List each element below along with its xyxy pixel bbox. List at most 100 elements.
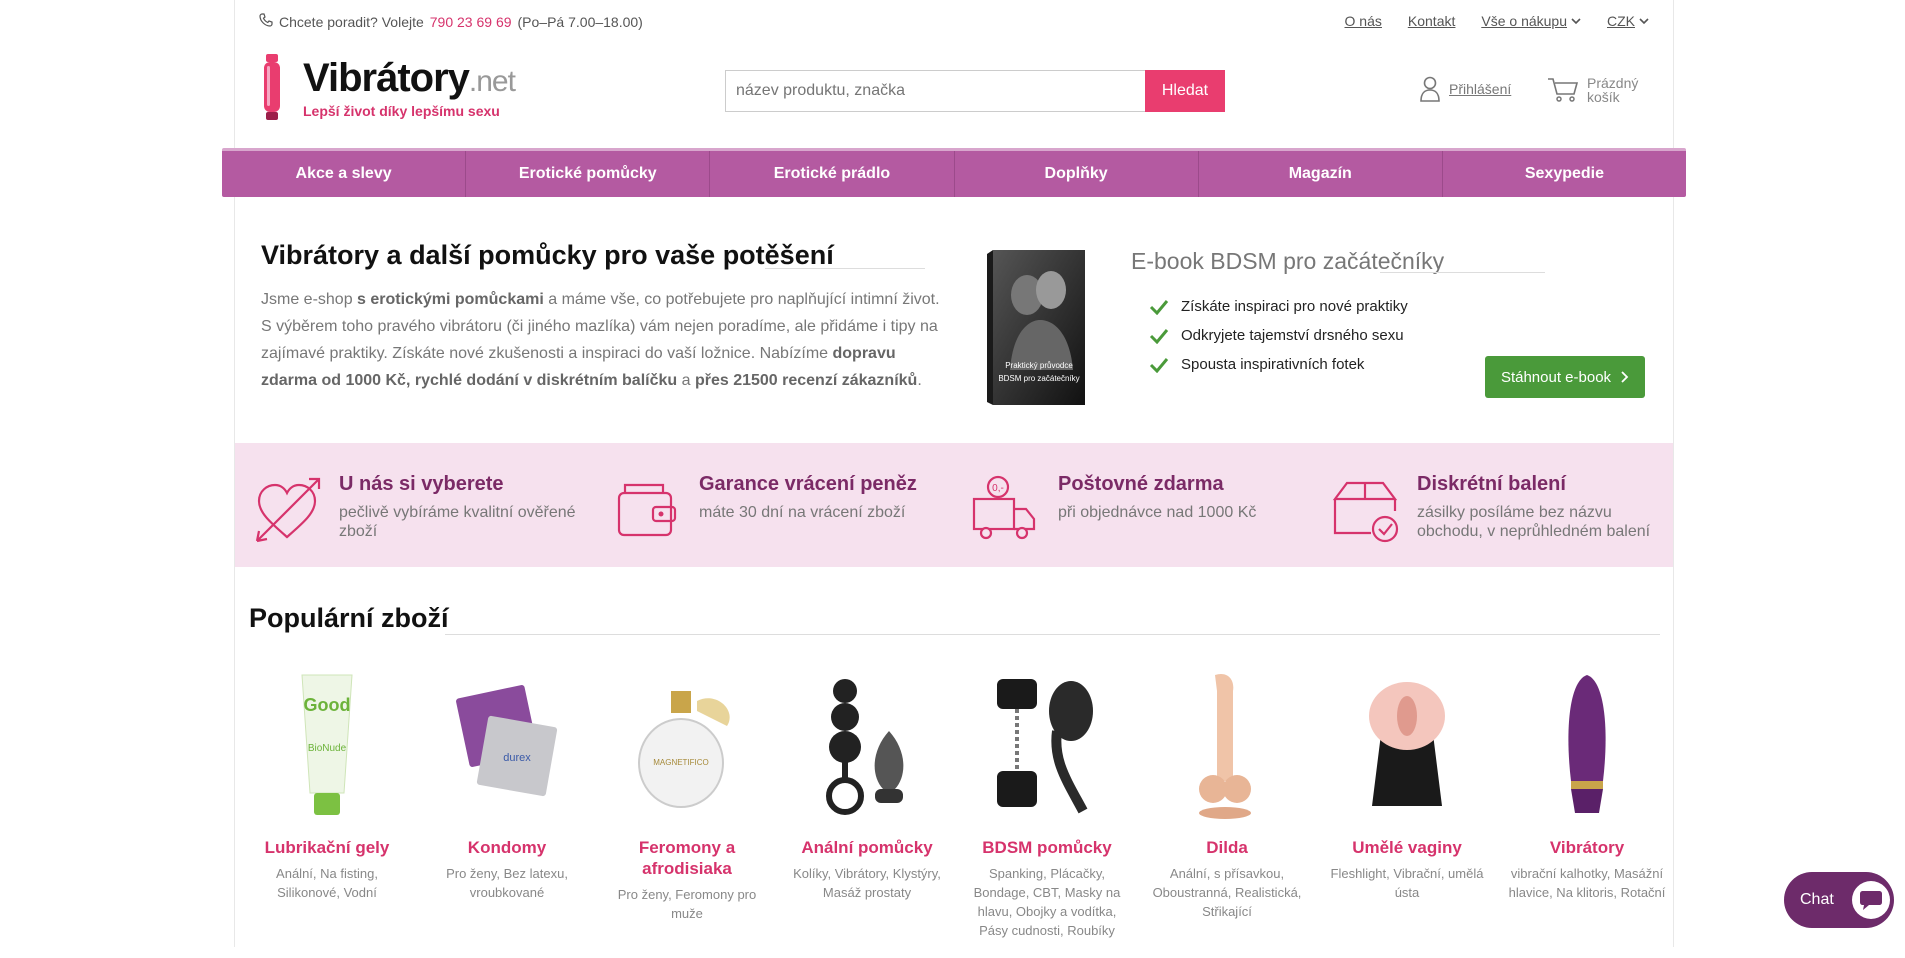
product-image-anal-toys[interactable] <box>787 668 947 823</box>
product-category-anal[interactable]: Anální pomůcky Kolíky, Vibrátory, Klystý… <box>787 668 947 902</box>
top-bar: Chcete poradit? Volejte 790 23 69 69 (Po… <box>235 0 1673 42</box>
feature-discreet-packaging: Diskrétní balení zásilky posíláme bez ná… <box>1313 463 1663 553</box>
chat-label: Chat <box>1800 891 1834 908</box>
main-navigation: Akce a slevy Erotické pomůcky Erotické p… <box>222 148 1686 197</box>
product-image-condoms[interactable]: durex <box>427 668 587 823</box>
feature-selection: U nás si vyberete pečlivě vybíráme kvali… <box>235 463 585 553</box>
link-about[interactable]: O nás <box>1345 13 1382 29</box>
features-strip: U nás si vyberete pečlivě vybíráme kvali… <box>235 443 1673 567</box>
product-image-bdsm[interactable] <box>967 668 1127 823</box>
package-check-icon <box>1332 481 1399 543</box>
chat-bubble-icon <box>1851 881 1890 919</box>
ebook-benefits-list: Získáte inspiraci pro nové praktiky Odkr… <box>1149 292 1408 379</box>
login-label: Přihlášení <box>1449 81 1512 97</box>
product-image-lubricant[interactable]: Good BioNude <box>247 668 407 823</box>
phone-prefix: Chcete poradit? Volejte <box>279 13 424 30</box>
nav-item-accessories[interactable]: Doplňky <box>955 151 1199 197</box>
chat-button[interactable]: Chat <box>1784 872 1894 928</box>
heading-divider <box>765 268 925 269</box>
cart-icon <box>1548 78 1579 102</box>
ebook-heading: E-book BDSM pro začátečníky <box>1131 248 1445 274</box>
phone-contact: Chcete poradit? Volejte 790 23 69 69 (Po… <box>259 13 643 30</box>
heading-divider <box>445 634 1660 635</box>
heart-arrow-icon <box>255 477 321 543</box>
cart-status-line1: Prázdný <box>1587 75 1639 91</box>
link-contact[interactable]: Kontakt <box>1408 13 1455 29</box>
logo-tagline: Lepší život díky lepšímu sexu <box>303 103 500 119</box>
feature-description: při objednávce nad 1000 Kč <box>1058 504 1257 521</box>
feature-free-shipping: 0,- Poštovné zdarma při objednávce nad 1… <box>954 463 1304 553</box>
product-category-tags: Kolíky, Vibrátory, Klystýry, Masáž prost… <box>793 866 941 900</box>
phone-number[interactable]: 790 23 69 69 <box>430 14 512 30</box>
link-shopping-info[interactable]: Vše o nákupu <box>1481 13 1581 29</box>
product-image-masturbator[interactable] <box>1327 668 1487 823</box>
product-category-tags: Anální, Na fisting, Silikonové, Vodní <box>276 866 378 900</box>
heading-divider <box>1380 272 1545 273</box>
intro-paragraph: Jsme e-shop s erotickými pomůckami a mám… <box>261 291 940 389</box>
ebook-benefit: Odkryjete tajemství drsného sexu <box>1149 321 1408 350</box>
intro-heading: Vibrátory a další pomůcky pro vaše potěš… <box>261 240 834 270</box>
feature-title: Garance vrácení peněz <box>699 473 917 495</box>
feature-description: máte 30 dní na vrácení zboží <box>699 504 906 521</box>
logo-bottle-icon <box>264 54 280 120</box>
ebook-cover-text-1: Praktický průvodce <box>1005 361 1073 370</box>
phone-icon <box>259 13 273 30</box>
ebook-cover-image[interactable]: Praktický průvodce BDSM pro začátečníky <box>985 250 1085 405</box>
currency-select[interactable]: CZK <box>1607 13 1649 29</box>
svg-text:Good: Good <box>304 695 351 715</box>
nav-item-erotic-toys[interactable]: Erotické pomůcky <box>466 151 711 197</box>
product-category-tags: Anální, s přísavkou, Oboustranná, Realis… <box>1152 866 1302 919</box>
nav-item-lingerie[interactable]: Erotické prádlo <box>710 151 955 197</box>
search-bar: Hledat <box>725 70 1225 112</box>
ebook-cover-text-2: BDSM pro začátečníky <box>998 374 1079 383</box>
product-category-dildos[interactable]: Dilda Anální, s přísavkou, Oboustranná, … <box>1147 668 1307 921</box>
chevron-down-icon <box>1571 17 1581 24</box>
cart-link[interactable]: Prázdný košík <box>1547 76 1638 104</box>
product-category-grid: Good BioNude Lubrikační gely Anální, Na f… <box>247 668 1667 958</box>
nav-item-sexypedia[interactable]: Sexypedie <box>1443 151 1686 197</box>
nav-item-sales[interactable]: Akce a slevy <box>222 151 467 197</box>
product-category-name[interactable]: Kondomy <box>427 837 587 858</box>
check-icon <box>1149 328 1169 344</box>
site-logo[interactable]: Vibrátory.net Lepší život díky lepšímu s… <box>263 52 516 126</box>
download-ebook-button[interactable]: Stáhnout e-book <box>1485 356 1645 398</box>
chevron-down-icon <box>1639 17 1649 24</box>
search-button[interactable]: Hledat <box>1145 70 1225 112</box>
product-category-tags: Fleshlight, Vibrační, umělá ústa <box>1330 866 1484 900</box>
product-image-vibrator[interactable] <box>1507 668 1667 823</box>
product-category-name[interactable]: Umělé vaginy <box>1327 837 1487 858</box>
feature-money-back: Garance vrácení peněz máte 30 dní na vrá… <box>595 463 945 553</box>
delivery-truck-icon: 0,- <box>972 475 1036 540</box>
product-category-lubricants[interactable]: Good BioNude Lubrikační gely Anální, Na f… <box>247 668 407 902</box>
svg-text:durex: durex <box>503 752 531 764</box>
wallet-icon <box>617 483 677 537</box>
product-image-perfume[interactable]: MAGNETIFICO <box>607 668 767 823</box>
product-category-artificial-vaginas[interactable]: Umělé vaginy Fleshlight, Vibrační, umělá… <box>1327 668 1487 902</box>
product-category-name[interactable]: Anální pomůcky <box>787 837 947 858</box>
product-category-name[interactable]: Vibrátory <box>1507 837 1667 858</box>
search-input[interactable] <box>725 70 1145 112</box>
product-category-condoms[interactable]: durex Kondomy Pro ženy, Bez latexu, vrou… <box>427 668 587 902</box>
product-category-name[interactable]: BDSM pomůcky <box>967 837 1127 858</box>
feature-title: Diskrétní balení <box>1417 473 1566 495</box>
svg-text:0,-: 0,- <box>992 483 1004 494</box>
product-category-bdsm[interactable]: BDSM pomůcky Spanking, Plácačky, Bondage… <box>967 668 1127 940</box>
feature-description: zásilky posíláme bez názvu obchodu, v ne… <box>1417 504 1651 540</box>
cart-status-line2: košík <box>1587 89 1620 105</box>
feature-title: U nás si vyberete <box>339 473 504 495</box>
nav-item-magazine[interactable]: Magazín <box>1199 151 1443 197</box>
logo-wordmark: Vibrátory.net <box>303 56 516 100</box>
check-icon <box>1149 299 1169 315</box>
product-image-dildo[interactable] <box>1147 668 1307 823</box>
login-link[interactable]: Přihlášení <box>1419 76 1511 102</box>
product-category-name[interactable]: Dilda <box>1147 837 1307 858</box>
product-category-name[interactable]: Lubrikační gely <box>247 837 407 858</box>
product-category-pheromones[interactable]: MAGNETIFICO Feromony a afrodisiaka Pro ž… <box>607 668 767 923</box>
svg-text:MAGNETIFICO: MAGNETIFICO <box>653 758 709 767</box>
product-category-vibrators[interactable]: Vibrátory vibrační kalhotky, Masážní hla… <box>1507 668 1667 902</box>
page: Chcete poradit? Volejte 790 23 69 69 (Po… <box>222 0 1686 947</box>
user-icon <box>1420 76 1440 102</box>
product-category-name[interactable]: Feromony a afrodisiaka <box>607 837 767 879</box>
check-icon <box>1149 357 1169 373</box>
svg-text:BioNude: BioNude <box>308 743 347 754</box>
